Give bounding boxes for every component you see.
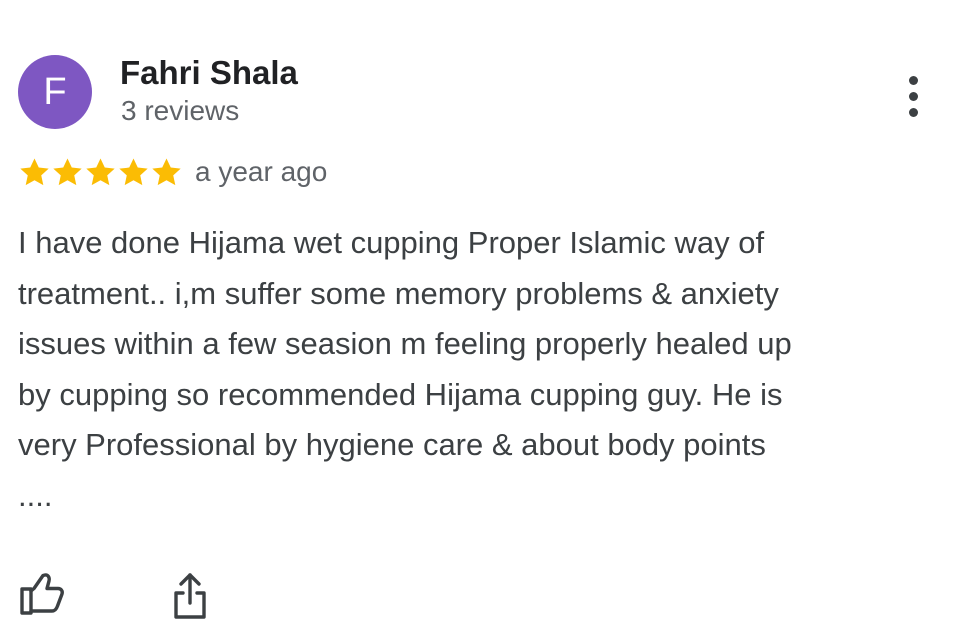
avatar[interactable]: F <box>18 55 92 129</box>
star-icon <box>86 157 115 185</box>
star-icon <box>152 157 181 185</box>
share-icon <box>174 573 206 619</box>
like-button[interactable] <box>18 570 66 618</box>
share-button[interactable] <box>168 570 212 622</box>
star-icon <box>119 157 148 185</box>
review-text-line: I have done Hijama wet cupping Proper Is… <box>18 225 765 260</box>
thumb-up-icon <box>20 573 64 615</box>
review-text-more[interactable]: .... <box>18 471 948 522</box>
more-vert-icon-dot <box>908 91 918 101</box>
avatar-initial: F <box>43 71 67 113</box>
star-icon <box>53 157 82 185</box>
star-icon <box>20 157 49 185</box>
review-count[interactable]: 3 reviews <box>121 95 239 127</box>
review-card: F Fahri Shala 3 reviews a year ago I hav… <box>0 0 960 629</box>
review-text: I have done Hijama wet cupping Proper Is… <box>18 218 948 521</box>
review-time: a year ago <box>195 156 328 187</box>
review-text-line: by cupping so recommended Hijama cupping… <box>18 376 783 412</box>
review-text-line: issues within a few seasion m feeling pr… <box>18 326 792 361</box>
more-vert-icon-dot <box>908 107 918 117</box>
review-text-line: treatment.. i,m suffer some memory probl… <box>18 275 779 311</box>
star-rating <box>18 154 183 190</box>
review-text-line: very Professional by hygiene care & abou… <box>18 427 766 462</box>
more-options-button[interactable] <box>896 72 930 120</box>
author-name[interactable]: Fahri Shala <box>120 54 298 92</box>
more-vert-icon-dot <box>908 75 918 85</box>
